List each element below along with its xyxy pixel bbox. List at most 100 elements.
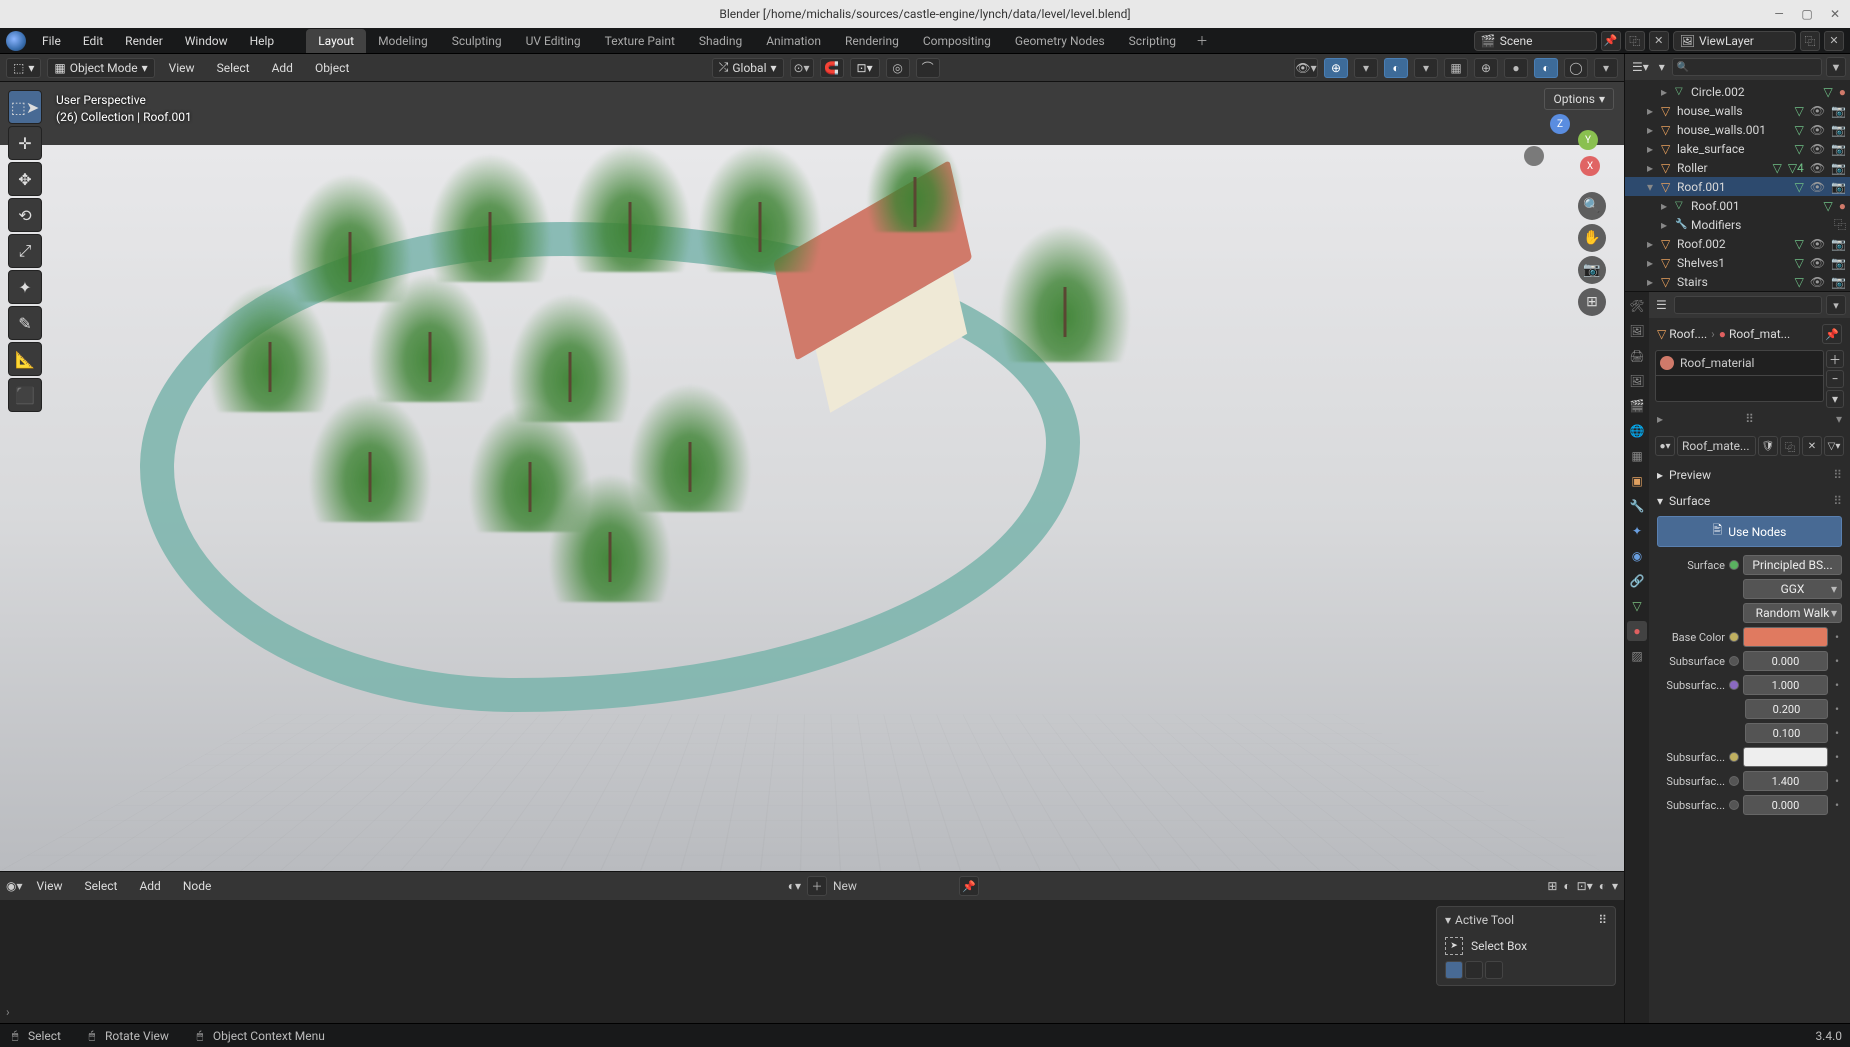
- shading-material[interactable]: ◐: [1534, 58, 1558, 78]
- property-menu-icon[interactable]: •: [1832, 678, 1842, 692]
- axis-z[interactable]: Z: [1550, 114, 1570, 134]
- panel-preview-header[interactable]: ▸Preview⠿: [1655, 464, 1844, 486]
- property-menu-icon[interactable]: •: [1832, 798, 1842, 812]
- tab-texture-paint[interactable]: Texture Paint: [593, 29, 687, 53]
- restrict-select-icon[interactable]: ▽: [1773, 161, 1782, 175]
- material-slot[interactable]: Roof_material: [1655, 350, 1824, 376]
- maximize-icon[interactable]: ▢: [1800, 7, 1814, 21]
- material-nodes-toggle[interactable]: ▽▾: [1824, 436, 1844, 456]
- axis-neg[interactable]: [1524, 146, 1544, 166]
- shader-new-add[interactable]: ＋: [807, 876, 827, 896]
- expand-caret[interactable]: ▸: [1647, 275, 1657, 289]
- ptab-object[interactable]: ▣: [1627, 471, 1647, 491]
- outliner-search[interactable]: [1672, 58, 1822, 76]
- ptab-constraints[interactable]: 🔗: [1627, 571, 1647, 591]
- use-nodes-button[interactable]: 🖹 Use Nodes: [1657, 516, 1842, 547]
- restrict-select-icon[interactable]: ▽: [1795, 142, 1804, 156]
- shading-rendered[interactable]: ◯: [1564, 58, 1588, 78]
- number-field[interactable]: 0.100: [1745, 723, 1828, 743]
- shader-menu-view[interactable]: View: [29, 875, 71, 897]
- expand-caret[interactable]: ▸: [1647, 237, 1657, 251]
- outliner-row[interactable]: ▸▽Circle.002▽●: [1625, 82, 1850, 101]
- zoom-button[interactable]: 🔍: [1578, 192, 1606, 220]
- tab-uv-editing[interactable]: UV Editing: [514, 29, 593, 53]
- material-list-collapse[interactable]: ▾: [1836, 412, 1842, 426]
- ptab-physics[interactable]: ◉: [1627, 546, 1647, 566]
- hide-viewport-icon[interactable]: 👁: [1810, 161, 1825, 175]
- pivot-selector[interactable]: ⊙▾: [790, 58, 814, 78]
- gizmo-toggle[interactable]: ⊕: [1324, 58, 1348, 78]
- overlay-toggle[interactable]: ◐: [1384, 58, 1408, 78]
- 3d-viewport[interactable]: User Perspective (26) Collection | Roof.…: [0, 82, 1624, 871]
- properties-search[interactable]: [1674, 296, 1822, 314]
- properties-type-selector[interactable]: ☰: [1653, 297, 1670, 313]
- property-menu-icon[interactable]: •: [1832, 774, 1842, 788]
- restrict-select-icon[interactable]: ▽: [1824, 199, 1833, 213]
- expand-caret[interactable]: ▾: [1647, 180, 1657, 194]
- surface-shader-field[interactable]: Principled BS...: [1743, 555, 1842, 575]
- hide-render-icon[interactable]: 📷: [1831, 123, 1846, 137]
- ptab-material[interactable]: ●: [1627, 621, 1647, 641]
- hide-render-icon[interactable]: 📷: [1831, 142, 1846, 156]
- close-icon[interactable]: ✕: [1828, 7, 1842, 21]
- property-socket[interactable]: [1729, 752, 1739, 762]
- material-new[interactable]: ⿻: [1780, 436, 1800, 456]
- color-field[interactable]: [1743, 627, 1828, 647]
- proportional-toggle[interactable]: ◎: [886, 58, 910, 78]
- restrict-select-icon[interactable]: ▽: [1795, 123, 1804, 137]
- blender-logo-icon[interactable]: [6, 31, 26, 51]
- tab-compositing[interactable]: Compositing: [911, 29, 1003, 53]
- tool-transform[interactable]: ✦: [8, 270, 42, 304]
- property-socket[interactable]: [1729, 680, 1739, 690]
- scene-name-input[interactable]: [1500, 34, 1590, 48]
- select-mode-extend[interactable]: [1465, 961, 1483, 979]
- restrict-select-icon[interactable]: ▽: [1795, 256, 1804, 270]
- property-socket[interactable]: [1729, 776, 1739, 786]
- outliner-row[interactable]: ▸▽Shelves1▽👁📷: [1625, 253, 1850, 272]
- number-field[interactable]: 0.000: [1743, 795, 1828, 815]
- material-unlink[interactable]: ✕: [1802, 436, 1822, 456]
- ptab-world[interactable]: 🌐: [1627, 421, 1647, 441]
- hide-render-icon[interactable]: 📷: [1831, 104, 1846, 118]
- hide-viewport-icon[interactable]: 👁: [1810, 275, 1825, 289]
- property-socket[interactable]: [1729, 656, 1739, 666]
- add-workspace-button[interactable]: ＋: [1188, 27, 1216, 54]
- hide-viewport-icon[interactable]: 👁: [1810, 256, 1825, 270]
- shading-wireframe[interactable]: ⊕: [1474, 58, 1498, 78]
- modifier-link-icon[interactable]: ⿻: [1834, 216, 1846, 233]
- shader-menu-add[interactable]: Add: [131, 875, 168, 897]
- outliner-row[interactable]: ▸▽lake_surface▽👁📷: [1625, 139, 1850, 158]
- menu-render[interactable]: Render: [115, 30, 173, 52]
- number-field[interactable]: 0.000: [1743, 651, 1828, 671]
- minimize-icon[interactable]: —: [1772, 7, 1786, 21]
- expand-caret[interactable]: ▸: [1647, 256, 1657, 270]
- surface-socket[interactable]: [1729, 560, 1739, 570]
- hide-render-icon[interactable]: 📷: [1831, 161, 1846, 175]
- camera-button[interactable]: 📷: [1578, 256, 1606, 284]
- tool-annotate[interactable]: ✎: [8, 306, 42, 340]
- expand-caret[interactable]: ▸: [1661, 85, 1671, 99]
- property-menu-icon[interactable]: •: [1832, 726, 1842, 740]
- menu-window[interactable]: Window: [175, 30, 238, 52]
- material-dot-icon[interactable]: ●: [1839, 85, 1846, 99]
- outliner-row[interactable]: ▾▽Roof.001▽👁📷: [1625, 177, 1850, 196]
- pin-scene-button[interactable]: 📌: [1601, 31, 1621, 51]
- ptab-output[interactable]: 🖨: [1627, 346, 1647, 366]
- drag-handle-icon[interactable]: ⠿: [1598, 913, 1607, 927]
- tab-shading[interactable]: Shading: [687, 29, 754, 53]
- restrict-select-icon[interactable]: ▽: [1795, 104, 1804, 118]
- expand-caret[interactable]: ▸: [1647, 104, 1657, 118]
- property-socket[interactable]: [1729, 800, 1739, 810]
- hide-render-icon[interactable]: 📷: [1831, 237, 1846, 251]
- restrict-extra-icon[interactable]: ▽4: [1788, 161, 1804, 175]
- number-field[interactable]: 0.200: [1745, 699, 1828, 719]
- outliner-filter-button[interactable]: ▼: [1826, 57, 1846, 77]
- restrict-select-icon[interactable]: ▽: [1795, 180, 1804, 194]
- hide-viewport-icon[interactable]: 👁: [1810, 123, 1825, 137]
- shader-snap[interactable]: ⊡▾: [1577, 879, 1593, 893]
- expand-caret[interactable]: ▸: [1661, 218, 1671, 232]
- editor-type-selector[interactable]: ⬚▾: [6, 58, 41, 78]
- overlay-dd[interactable]: ▾: [1414, 58, 1438, 78]
- breadcrumb-pin[interactable]: 📌: [1822, 324, 1842, 344]
- menu-file[interactable]: File: [32, 30, 71, 52]
